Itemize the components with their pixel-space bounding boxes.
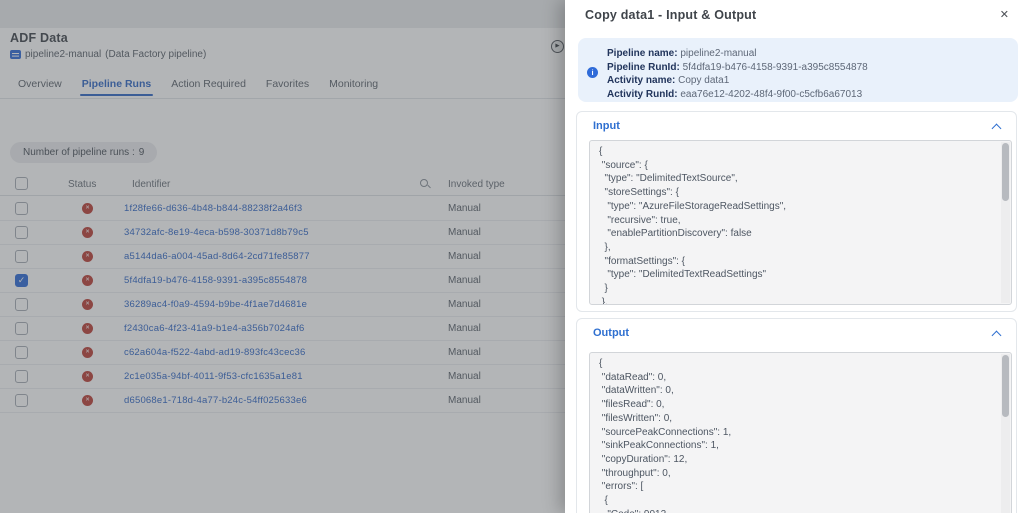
output-scrollbar[interactable] <box>1001 354 1010 513</box>
info-label: Pipeline RunId: <box>607 61 680 73</box>
input-json-viewer[interactable]: { "source": { "type": "DelimitedTextSour… <box>589 140 1012 305</box>
info-label: Pipeline name: <box>607 48 678 59</box>
info-pipeline-runid: Pipeline RunId: 5f4dfa19-b476-4158-9391-… <box>607 61 868 75</box>
output-json-code: { "dataRead": 0, "dataWritten": 0, "file… <box>599 358 732 513</box>
info-pipeline-name: Pipeline name: pipeline2-manual <box>607 47 868 61</box>
output-section: Output { "dataRead": 0, "dataWritten": 0… <box>576 318 1017 513</box>
output-json-viewer[interactable]: { "dataRead": 0, "dataWritten": 0, "file… <box>589 352 1012 513</box>
input-scrollbar[interactable] <box>1001 142 1010 303</box>
activity-input-output-panel: Copy data1 - Input & Output ✕ i Pipeline… <box>565 0 1024 513</box>
info-label: Activity name: <box>607 75 676 87</box>
input-scrollbar-thumb[interactable] <box>1002 143 1009 201</box>
collapse-output-chevron-icon[interactable] <box>991 330 1002 341</box>
info-activity-runid: Activity RunId: eaa76e12-4202-48f4-9f00-… <box>607 88 868 102</box>
collapse-input-chevron-icon[interactable] <box>991 123 1002 134</box>
info-value: pipeline2-manual <box>680 48 757 59</box>
close-icon[interactable]: ✕ <box>998 6 1011 23</box>
info-label: Activity RunId: <box>607 89 678 101</box>
run-info-box: i Pipeline name: pipeline2-manual Pipeli… <box>578 38 1018 102</box>
info-value: Copy data1 <box>678 75 730 87</box>
info-value: eaa76e12-4202-48f4-9f00-c5cfb6a67013 <box>680 89 863 101</box>
input-section: Input { "source": { "type": "DelimitedTe… <box>576 111 1017 312</box>
info-activity-name: Activity name: Copy data1 <box>607 74 868 88</box>
panel-title: Copy data1 - Input & Output <box>585 8 757 22</box>
info-icon: i <box>587 67 598 78</box>
output-scrollbar-thumb[interactable] <box>1002 355 1009 417</box>
input-json-code: { "source": { "type": "DelimitedTextSour… <box>599 146 787 305</box>
info-value: 5f4dfa19-b476-4158-9391-a395c8554878 <box>682 61 868 73</box>
run-info-lines: Pipeline name: pipeline2-manual Pipeline… <box>607 47 868 102</box>
input-section-label: Input <box>593 120 620 132</box>
output-section-label: Output <box>593 327 630 339</box>
